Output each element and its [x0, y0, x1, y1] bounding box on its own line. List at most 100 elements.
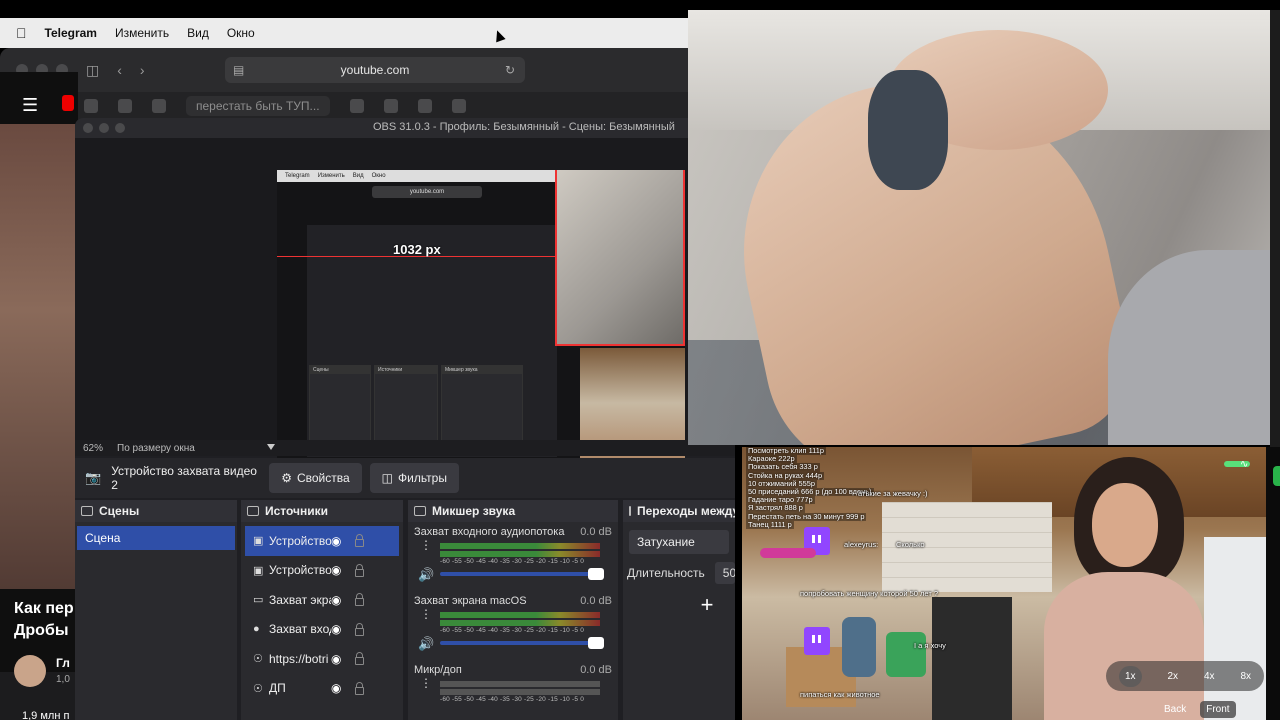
- more-icon[interactable]: ⋮: [420, 608, 432, 620]
- channel-avatar[interactable]: [14, 655, 46, 687]
- lock-icon[interactable]: [355, 563, 364, 577]
- add-transition-button[interactable]: +: [695, 594, 719, 618]
- eye-icon[interactable]: ◉: [331, 534, 341, 548]
- menu-item-window[interactable]: Окно: [227, 26, 255, 40]
- sources-dock: Источники ▣ Устройство ◉ ▣ Устройство ◉ …: [241, 500, 403, 720]
- streamer-body: [1044, 572, 1204, 720]
- obs-window-controls[interactable]: [83, 123, 125, 133]
- obs-window: OBS 31.0.3 - Профиль: Безымянный - Сцены…: [75, 118, 735, 720]
- youtube-logo-icon[interactable]: [62, 95, 74, 111]
- eye-icon[interactable]: ◉: [331, 593, 341, 607]
- zoom-2x-button[interactable]: 2x: [1167, 671, 1178, 682]
- sources-title: Источники: [265, 504, 329, 518]
- eye-icon[interactable]: ◉: [331, 652, 341, 666]
- tab-icon[interactable]: [451, 99, 466, 113]
- zoom-percent: 62%: [83, 442, 104, 454]
- source-item[interactable]: ☉ ДП ◉: [245, 674, 399, 704]
- mixer-channel: Микр/доп 0.0 dB ⋮ -60 -55 -50 -45 -40 -3…: [408, 660, 618, 720]
- volume-slider-knob[interactable]: [588, 637, 604, 649]
- tab-icon[interactable]: [383, 99, 398, 113]
- sidebar-toggle-icon[interactable]: ◫: [86, 62, 99, 79]
- menu-item-view[interactable]: Вид: [187, 26, 209, 40]
- tab-icon[interactable]: [84, 99, 98, 113]
- hamburger-menu-icon[interactable]: ☰: [22, 95, 38, 116]
- camera-yarn: [868, 70, 948, 190]
- speaker-icon[interactable]: 🔊: [418, 567, 434, 583]
- transitions-dock-header[interactable]: Переходы между: [623, 500, 735, 522]
- source-item[interactable]: ▭ Захват экра ◉: [245, 585, 399, 615]
- back-icon[interactable]: ‹: [117, 62, 122, 78]
- lock-icon[interactable]: [355, 593, 364, 606]
- donation-menu-item: Танец 1111 р: [746, 519, 794, 530]
- lock-icon[interactable]: [355, 652, 364, 665]
- zoom-8x-button[interactable]: 8x: [1240, 671, 1251, 682]
- camera-zoom-controls: 1x 2x 4x 8x: [1106, 661, 1264, 691]
- front-camera-button[interactable]: Front: [1200, 701, 1236, 718]
- channel-name[interactable]: Гл: [56, 656, 70, 670]
- chevron-down-icon[interactable]: [267, 444, 275, 450]
- gear-icon: ⚙: [281, 471, 292, 485]
- mic-icon: ●: [253, 623, 260, 636]
- stream-stove: [932, 597, 1012, 720]
- stream-feed: Посмотреть клип 111р Караоке 222р Показа…: [742, 447, 1270, 720]
- forward-icon[interactable]: ›: [140, 62, 145, 78]
- selected-source-name: Устройство захвата видео 2: [111, 464, 257, 492]
- menu-app-name[interactable]: Telegram: [45, 26, 97, 40]
- scenes-dock-header[interactable]: Сцены: [75, 500, 237, 522]
- preview-zoom-bar: 62% По размеру окна: [75, 440, 735, 456]
- meter-scale: -60 -55 -50 -45 -40 -35 -30 -25 -20 -15 …: [440, 696, 585, 703]
- duration-input[interactable]: 50 ms: [714, 562, 735, 584]
- address-bar[interactable]: ▤ youtube.com ↻: [225, 57, 525, 83]
- measure-label: 1032 px: [393, 242, 441, 257]
- more-icon[interactable]: ⋮: [420, 539, 432, 551]
- tab-active-title[interactable]: перестать быть ТУП...: [186, 96, 330, 116]
- sources-dock-header[interactable]: Источники: [241, 500, 403, 522]
- tab-icon[interactable]: [349, 99, 364, 113]
- obs-preview[interactable]: Telegram Изменить Вид Окно youtube.com С…: [75, 138, 735, 458]
- filters-button[interactable]: ◫ Фильтры: [369, 463, 459, 493]
- speaker-icon[interactable]: 🔊: [418, 636, 434, 652]
- volume-slider[interactable]: [440, 641, 596, 645]
- properties-button[interactable]: ⚙ Свойства: [269, 463, 362, 493]
- lock-icon[interactable]: [355, 534, 364, 547]
- eye-icon[interactable]: ◉: [331, 563, 341, 577]
- source-item[interactable]: ☉ https://botri ◉: [245, 644, 399, 674]
- transition-select[interactable]: Затухание: [629, 530, 729, 554]
- video-player[interactable]: [0, 124, 78, 589]
- channel-subscribers: 1,0: [56, 674, 70, 685]
- source-item[interactable]: ▣ Устройство ◉: [245, 526, 399, 556]
- volume-slider[interactable]: [440, 572, 596, 576]
- apple-icon[interactable]: : [16, 25, 27, 41]
- transitions-title: Переходы между: [637, 504, 735, 518]
- tab-icon[interactable]: [152, 99, 166, 113]
- twitch-icon: [804, 627, 830, 655]
- camera-icon: ▣: [253, 535, 264, 548]
- browser-toolbar: ◫ ‹ › ▤ youtube.com ↻: [0, 48, 688, 92]
- source-item[interactable]: ● Захват вход ◉: [245, 615, 399, 645]
- more-icon[interactable]: ⋮: [420, 677, 432, 689]
- scene-item[interactable]: Сцена: [77, 526, 235, 550]
- channel-db: 0.0 dB: [580, 664, 612, 676]
- selection-bounding-box[interactable]: [555, 170, 685, 346]
- zoom-1x-button[interactable]: 1x: [1118, 665, 1142, 687]
- zoom-4x-button[interactable]: 4x: [1204, 671, 1215, 682]
- back-camera-button[interactable]: Back: [1158, 701, 1192, 718]
- menu-item-edit[interactable]: Изменить: [115, 26, 169, 40]
- mixer-dock-header[interactable]: Микшер звука: [408, 500, 618, 522]
- zoom-mode[interactable]: По размеру окна: [117, 443, 195, 454]
- preview-nested-capture: Telegram Изменить Вид Окно youtube.com С…: [277, 170, 685, 458]
- eye-icon[interactable]: ◉: [331, 622, 341, 636]
- source-label: Устройство: [269, 533, 331, 548]
- reader-icon[interactable]: ▤: [233, 63, 244, 77]
- reload-icon[interactable]: ↻: [505, 63, 515, 77]
- source-item[interactable]: ▣ Устройство ◉: [245, 556, 399, 586]
- lock-icon[interactable]: [355, 681, 364, 695]
- tab-icon[interactable]: [118, 99, 132, 113]
- lock-icon[interactable]: [355, 622, 364, 636]
- volume-slider-knob[interactable]: [588, 568, 604, 580]
- nested-address: youtube.com: [372, 186, 482, 198]
- tab-icon[interactable]: [417, 99, 432, 113]
- eye-icon[interactable]: ◉: [331, 681, 341, 695]
- nested-menu-item: Telegram: [285, 173, 310, 179]
- channel-db: 0.0 dB: [580, 526, 612, 538]
